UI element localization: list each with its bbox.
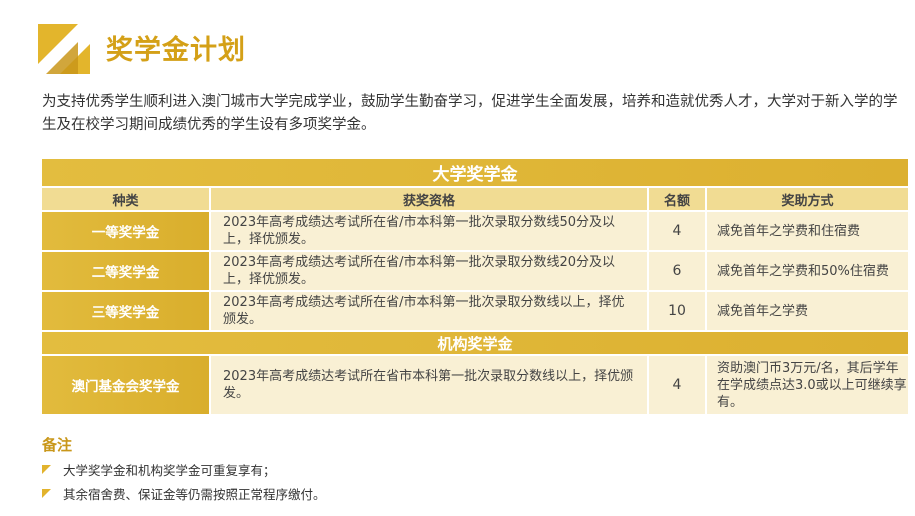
column-header-type: 种类 [42,188,209,210]
scholarship-reward: 减免首年之学费 [705,292,908,330]
scholarship-requirement: 2023年高考成绩达考试所在省市本科第一批次录取分数线以上，择优颁发。 [209,356,647,414]
gold-triangle-logo-icon [38,24,90,74]
scholarship-type: 二等奖学金 [42,252,209,290]
scholarship-type: 一等奖学金 [42,212,209,250]
table-row: 二等奖学金 2023年高考成绩达考试所在省/市本科第一批次录取分数线20分及以上… [42,252,908,290]
column-header-count: 名额 [647,188,705,210]
note-item: 其余宿舍费、保证金等仍需按照正常程序缴付。 [42,484,326,503]
page-title: 奖学金计划 [106,35,246,66]
scholarship-type: 三等奖学金 [42,292,209,330]
scholarship-table: 大学奖学金 种类 获奖资格 名额 奖助方式 一等奖学金 2023年高考成绩达考试… [42,157,908,416]
scholarship-requirement: 2023年高考成绩达考试所在省/市本科第一批次录取分数线以上，择优颁发。 [209,292,647,330]
triangle-bullet-icon [42,465,51,474]
note-text: 大学奖学金和机构奖学金可重复享有； [63,463,276,478]
column-header-row: 种类 获奖资格 名额 奖助方式 [42,188,908,210]
scholarship-count: 4 [647,356,705,414]
scholarship-count: 6 [647,252,705,290]
notes-title: 备注 [42,436,73,454]
section-header-university: 大学奖学金 [42,159,908,186]
scholarship-type: 澳门基金会奖学金 [42,356,209,414]
scholarship-reward: 减免首年之学费和住宿费 [705,212,908,250]
triangle-bullet-icon [42,489,51,498]
scholarship-requirement: 2023年高考成绩达考试所在省/市本科第一批次录取分数线20分及以上，择优颁发。 [209,252,647,290]
table-row: 澳门基金会奖学金 2023年高考成绩达考试所在省市本科第一批次录取分数线以上，择… [42,356,908,414]
table-row: 一等奖学金 2023年高考成绩达考试所在省/市本科第一批次录取分数线50分及以上… [42,212,908,250]
scholarship-count: 10 [647,292,705,330]
scholarship-count: 4 [647,212,705,250]
scholarship-requirement: 2023年高考成绩达考试所在省/市本科第一批次录取分数线50分及以上，择优颁发。 [209,212,647,250]
intro-paragraph: 为支持优秀学生顺利进入澳门城市大学完成学业，鼓励学生勤奋学习，促进学生全面发展，… [42,94,898,133]
scholarship-reward: 资助澳门币3万元/名，其后学年在学成绩点达3.0或以上可继续享有。 [705,356,908,414]
column-header-reward: 奖助方式 [705,188,908,210]
scholarship-reward: 减免首年之学费和50%住宿费 [705,252,908,290]
section-header-institution: 机构奖学金 [42,332,908,354]
note-text: 其余宿舍费、保证金等仍需按照正常程序缴付。 [63,487,326,502]
table-row: 三等奖学金 2023年高考成绩达考试所在省/市本科第一批次录取分数线以上，择优颁… [42,292,908,330]
note-item: 大学奖学金和机构奖学金可重复享有； [42,460,276,479]
column-header-requirement: 获奖资格 [209,188,647,210]
